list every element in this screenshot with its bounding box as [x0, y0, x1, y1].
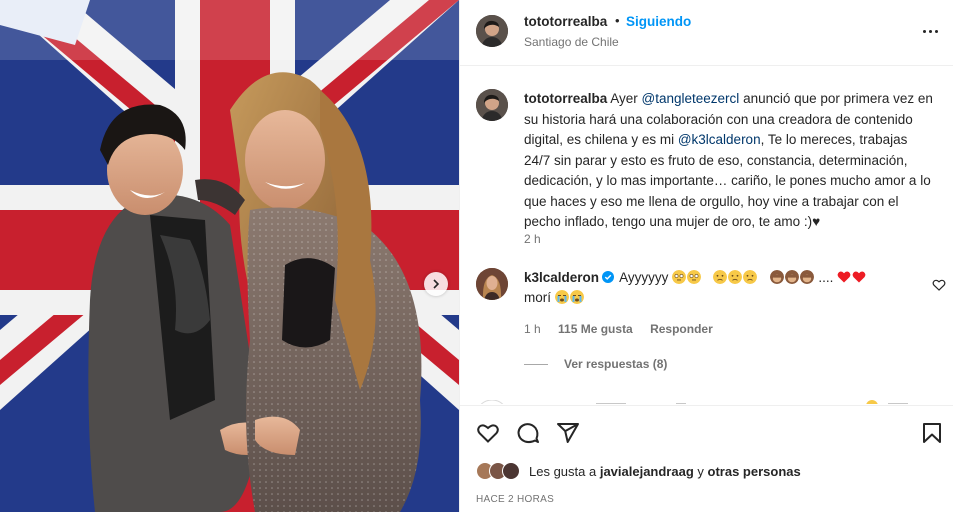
send-icon[interactable]	[556, 421, 580, 445]
following-button[interactable]: Siguiendo	[626, 14, 691, 29]
post-timestamp[interactable]: HACE 2 HORAS	[476, 494, 554, 505]
comment-meta: 1 h 115 Me gusta Responder	[524, 322, 727, 336]
comment-like-heart-icon[interactable]	[932, 278, 946, 292]
post-caption: tototorrealba Ayer @tangleteezercl anunc…	[524, 89, 934, 233]
sad-face-icon	[728, 270, 743, 284]
caption-mention[interactable]: @tangleteezercl	[642, 91, 740, 106]
liker-avatar	[502, 462, 520, 480]
caption-avatar[interactable]	[476, 89, 508, 121]
comment-avatar[interactable]	[476, 268, 508, 300]
post-location[interactable]: Santiago de Chile	[524, 35, 619, 49]
likes-prefix: Les gusta a	[529, 463, 600, 479]
view-replies-button[interactable]: Ver respuestas (8)	[524, 357, 667, 371]
likes-summary: Les gusta a javialejandraag y otras pers…	[476, 462, 801, 480]
comment-icon[interactable]	[516, 421, 540, 445]
comment-dots: ....	[818, 270, 834, 285]
other-likers-link[interactable]: otras personas	[708, 464, 801, 479]
comment-username[interactable]: k3lcalderon	[524, 270, 599, 285]
sad-face-icon	[713, 270, 728, 284]
emoji-group-icon	[672, 270, 818, 285]
next-photo-button[interactable]	[424, 272, 448, 296]
post-header: tototorrealba • Siguiendo Santiago de Ch…	[460, 0, 953, 66]
post-photo[interactable]	[0, 0, 459, 512]
likes-middle: y	[693, 463, 708, 479]
crying-face-icon	[569, 290, 584, 304]
post-image	[0, 0, 459, 512]
liker-username[interactable]: javialejandraag	[600, 464, 694, 479]
separator-dot: •	[615, 13, 620, 28]
flushed-face-icon	[687, 270, 702, 284]
post-actions: Les gusta a javialejandraag y otras pers…	[460, 405, 953, 512]
next-comment-partial	[476, 396, 946, 404]
comment-body: k3lcalderon Ayyyyyy .... morí	[524, 268, 894, 308]
caption-mention[interactable]: @k3lcalderon	[678, 132, 761, 147]
reply-button[interactable]: Responder	[650, 322, 713, 336]
monkey-icon	[784, 270, 799, 284]
caption-username[interactable]: tototorrealba	[524, 91, 607, 106]
crying-face-icon	[554, 290, 569, 304]
bookmark-icon[interactable]	[920, 421, 944, 445]
instagram-post-modal: tototorrealba • Siguiendo Santiago de Ch…	[0, 0, 953, 512]
chevron-right-icon	[433, 279, 440, 289]
more-icon	[922, 29, 926, 33]
author-avatar[interactable]	[476, 15, 508, 47]
verified-badge-icon	[602, 271, 615, 283]
comment-text: Ayyyyyy	[619, 270, 669, 285]
monkey-icon	[769, 270, 784, 284]
replies-line	[524, 363, 548, 365]
author-username[interactable]: tototorrealba	[524, 14, 607, 29]
caption-time[interactable]: 2 h	[524, 232, 541, 246]
sad-face-icon	[743, 270, 758, 284]
flushed-face-icon	[672, 270, 687, 284]
post-side-panel: tototorrealba • Siguiendo Santiago de Ch…	[459, 0, 953, 512]
comment-likes[interactable]: 115 Me gusta	[558, 322, 633, 336]
comment-time[interactable]: 1 h	[524, 322, 541, 336]
monkey-icon	[799, 270, 814, 284]
red-heart-icon	[852, 271, 866, 283]
more-options-button[interactable]	[920, 21, 940, 41]
view-replies-label: Ver respuestas (8)	[564, 357, 668, 371]
comment-text: morí	[524, 290, 551, 305]
likes-text: Les gusta a javialejandraag y otras pers…	[529, 464, 801, 479]
heart-icon[interactable]	[476, 421, 500, 445]
red-heart-icon	[837, 271, 851, 283]
caption-text: Ayer	[610, 91, 642, 106]
